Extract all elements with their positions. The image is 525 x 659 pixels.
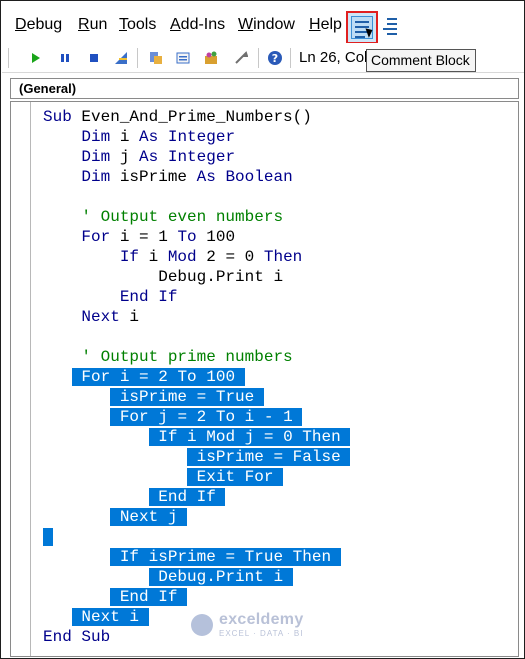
menu-help-label: elp [320,16,342,33]
object-dropdown[interactable]: (General) [10,78,519,99]
code-line[interactable]: Debug.Print i [43,567,350,587]
code-line[interactable]: ' Output even numbers [43,207,350,227]
code-line[interactable]: End If [43,287,350,307]
code-line[interactable]: For j = 2 To i - 1 [43,407,350,427]
selected-code-text[interactable]: isPrime = True [110,388,264,406]
code-line[interactable] [43,527,350,547]
selected-code-text[interactable]: If isPrime = True Then [110,548,341,566]
project-explorer-icon[interactable] [149,51,163,65]
menu-window-access-key: W [238,16,254,33]
watermark-tagline: EXCEL · DATA · BI [219,629,304,638]
code-line[interactable]: If i Mod 2 = 0 Then [43,247,350,267]
code-line[interactable]: Next i [43,307,350,327]
code-line[interactable]: End If [43,587,350,607]
menu-add-ins-label: dd-Ins [180,16,226,33]
code-window[interactable]: Sub Even_And_Prime_Numbers() Dim i As In… [10,101,519,657]
menu-run-access-key: R [78,16,90,33]
code-line[interactable]: Dim i As Integer [43,127,350,147]
menu-window-label: indow [253,16,295,33]
svg-text:?: ? [272,52,278,65]
comment-block-tooltip: Comment Block [366,49,476,72]
code-line[interactable]: isPrime = True [43,387,350,407]
menu-window[interactable]: Window [238,15,295,35]
code-line[interactable]: Exit For [43,467,350,487]
menu-add-ins[interactable]: Add-Ins [170,15,225,35]
menu-bar: Debug Run Tools Add-Ins Window Help [2,2,524,44]
code-line[interactable]: If isPrime = True Then [43,547,350,567]
code-line[interactable]: Debug.Print i [43,267,350,287]
margin-indicator-bar[interactable] [11,102,31,656]
comment-block-button[interactable] [346,11,378,44]
toolbar-separator [8,48,9,68]
run-icon[interactable] [29,51,43,65]
code-line[interactable]: Next j [43,507,350,527]
watermark-name: exceldemy [219,611,304,628]
toolbox-icon[interactable] [234,51,248,65]
selected-code-text[interactable]: End If [148,488,226,506]
selected-code-text[interactable]: Next j [110,508,188,526]
break-icon[interactable] [58,51,72,65]
selected-code-text[interactable]: Debug.Print i [148,568,293,586]
menu-tools[interactable]: Tools [119,15,156,35]
menu-run[interactable]: Run [78,15,107,35]
code-line[interactable]: isPrime = False [43,447,351,467]
menu-debug[interactable]: Debug [15,15,62,35]
menu-help-access-key: H [309,16,321,33]
toolbar-separator [258,48,259,68]
code-line[interactable]: If i Mod j = 0 Then [43,427,351,447]
selected-code-text[interactable]: For j = 2 To i - 1 [110,408,303,426]
menu-tools-access-key: T [119,16,127,33]
toolbar-separator [137,48,138,68]
menu-debug-label: ebug [26,16,63,33]
selected-code-text[interactable]: For i = 2 To 100 [71,368,245,386]
code-line[interactable]: For i = 2 To 100 [43,367,350,387]
selected-code-text[interactable]: Exit For [187,468,284,486]
code-line[interactable] [43,327,350,347]
watermark: exceldemy EXCEL · DATA · BI [191,611,341,641]
selected-code-text[interactable]: isPrime = False [187,448,351,466]
menu-help[interactable]: Help [309,15,342,35]
code-line[interactable]: End If [43,487,350,507]
help-icon[interactable]: ? [267,50,283,66]
uncomment-block-icon[interactable] [383,15,399,35]
code-line[interactable]: For i = 1 To 100 [43,227,350,247]
menu-tools-label: ools [127,16,157,33]
selected-code-text[interactable]: Next i [71,608,149,626]
exceldemy-logo-icon [191,614,213,636]
menu-run-label: un [89,16,108,33]
menu-debug-access-key: D [15,16,27,33]
reset-icon[interactable] [87,51,101,65]
code-editor[interactable]: Sub Even_And_Prime_Numbers() Dim i As In… [43,107,351,647]
code-line[interactable]: ' Output prime numbers [43,347,350,367]
properties-icon[interactable] [176,51,190,65]
design-mode-icon[interactable] [114,51,128,65]
selected-code-text[interactable]: End If [110,588,188,606]
selected-code-text[interactable]: If i Mod j = 0 Then [148,428,351,446]
vba-editor-window: Debug Run Tools Add-Ins Window Help ? Ln… [0,0,525,659]
selected-code-text[interactable] [43,528,53,546]
code-line[interactable]: Dim isPrime As Boolean [43,167,350,187]
code-line[interactable] [43,187,350,207]
code-line[interactable]: Dim j As Integer [43,147,350,167]
menu-add-ins-access-key: A [170,16,181,33]
cursor-position-status: Ln 26, Col [299,49,368,66]
code-line[interactable]: Sub Even_And_Prime_Numbers() [43,107,350,127]
toolbar-separator [290,48,291,68]
object-browser-icon[interactable] [204,51,218,65]
